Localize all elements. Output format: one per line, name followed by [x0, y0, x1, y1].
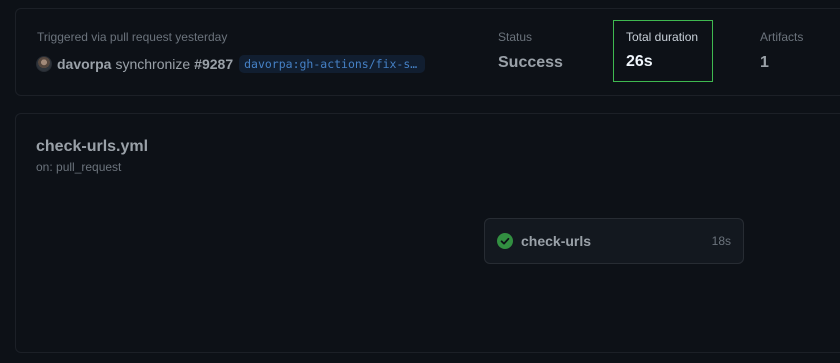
status-value: Success — [498, 54, 563, 71]
run-summary-card: Triggered via pull request yesterday dav… — [15, 8, 840, 96]
workflow-run-page: Triggered via pull request yesterday dav… — [0, 0, 840, 363]
avatar[interactable] — [36, 56, 52, 72]
artifacts-label: Artifacts — [760, 30, 804, 44]
job-node-check-urls[interactable]: check-urls 18s — [484, 218, 744, 264]
total-duration-value: 26s — [626, 53, 653, 70]
status-label: Status — [498, 30, 533, 44]
job-duration: 18s — [711, 234, 731, 248]
total-duration-label: Total duration — [626, 30, 699, 44]
workflow-graph-card: check-urls.yml on: pull_request check-ur… — [15, 113, 840, 353]
workflow-file-name: check-urls.yml — [36, 138, 149, 155]
artifacts-count[interactable]: 1 — [760, 54, 769, 72]
branch-badge[interactable]: davorpa:gh-actions/fix-se… — [239, 55, 426, 73]
pull-request-link[interactable]: #9287 — [194, 56, 233, 72]
check-circle-fill-icon — [497, 233, 513, 249]
job-name: check-urls — [521, 233, 592, 249]
actor-link[interactable]: davorpa — [57, 56, 111, 72]
event-name: synchronize — [115, 56, 191, 72]
trigger-description: Triggered via pull request yesterday — [37, 30, 228, 44]
trigger-details: davorpa synchronize #9287 davorpa:gh-act… — [36, 54, 426, 74]
total-duration-stat: Total duration 26s — [613, 20, 713, 82]
workflow-trigger: on: pull_request — [36, 160, 122, 174]
